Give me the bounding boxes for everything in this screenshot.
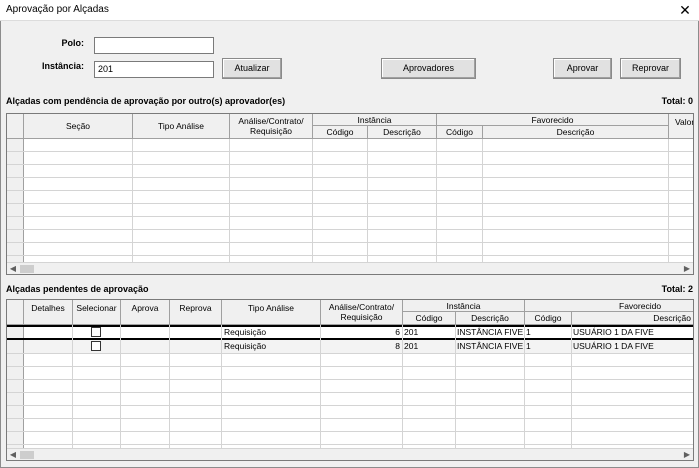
grid-line: [7, 177, 693, 178]
grid-line: [7, 203, 693, 204]
aprovadores-button[interactable]: Aprovadores: [381, 58, 476, 79]
cell-fav-descricao: USUÁRIO 1 DA FIVE: [573, 341, 654, 351]
col-fav-codigo[interactable]: Código: [437, 126, 483, 139]
col-inst-descricao[interactable]: Descrição: [456, 312, 525, 325]
col-instancia-group: Instância: [403, 300, 525, 312]
col-tipo-analise[interactable]: Tipo Análise: [222, 300, 321, 325]
grid-line: [7, 418, 693, 419]
row-header-corner: [7, 114, 24, 139]
grid-line: [367, 139, 368, 262]
col-inst-codigo[interactable]: Código: [313, 126, 368, 139]
col-fav-codigo[interactable]: Código: [525, 312, 572, 325]
cell-tipo: Requisição: [224, 341, 267, 351]
grid-line: [7, 216, 693, 217]
table-row[interactable]: Requisição 6 201 INSTÂNCIA FIVE 1 USUÁRI…: [24, 327, 693, 338]
pending-approval-grid[interactable]: Detalhes Selecionar Aprova Reprova Tipo …: [6, 299, 694, 461]
grid-line: [7, 151, 693, 152]
col-instancia-group: Instância: [313, 114, 437, 126]
section2-total: Total: 2: [661, 284, 693, 294]
cell-analise: 6: [395, 327, 400, 337]
col-analise[interactable]: Análise/Contrato/ Requisição: [321, 300, 403, 325]
grid-line: [7, 255, 693, 256]
scroll-thumb[interactable]: [20, 451, 34, 459]
cell-inst-codigo: 201: [404, 327, 419, 337]
grid-line: [7, 366, 693, 367]
grid-line: [482, 139, 483, 262]
cell-inst-codigo: 201: [404, 341, 419, 351]
window-title: Aprovação por Alçadas: [6, 4, 109, 15]
instancia-input[interactable]: 201: [94, 61, 214, 78]
col-reprova[interactable]: Reprova: [170, 300, 222, 325]
select-checkbox[interactable]: [91, 341, 101, 351]
col-favorecido-group: Favorecido: [437, 114, 669, 126]
arrow-left-icon[interactable]: ◀: [7, 263, 19, 274]
section1-total: Total: 0: [661, 96, 693, 106]
col-favorecido-group: Favorecido: [525, 300, 693, 312]
row-header-column: [7, 325, 24, 448]
col-valor[interactable]: Valor: [669, 114, 693, 139]
select-checkbox[interactable]: [91, 327, 101, 337]
grid-line: [7, 444, 693, 445]
horizontal-scrollbar[interactable]: ◀ ▶: [7, 448, 693, 460]
col-analise[interactable]: Análise/Contrato/ Requisição: [230, 114, 313, 139]
arrow-left-icon[interactable]: ◀: [7, 449, 19, 460]
close-icon[interactable]: ✕: [677, 2, 693, 18]
col-fav-descricao[interactable]: Descrição: [572, 312, 693, 325]
col-tipo-analise[interactable]: Tipo Análise: [133, 114, 230, 139]
col-aprova[interactable]: Aprova: [121, 300, 170, 325]
cell-inst-descricao: INSTÂNCIA FIVE: [457, 341, 524, 351]
pending-others-grid[interactable]: Seção Tipo Análise Análise/Contrato/ Req…: [6, 113, 694, 275]
col-detalhes[interactable]: Detalhes: [24, 300, 73, 325]
grid-line: [7, 405, 693, 406]
grid-line: [668, 139, 669, 262]
polo-input[interactable]: [94, 37, 214, 54]
cell-tipo: Requisição: [224, 327, 267, 337]
grid-line: [132, 139, 133, 262]
grid-line: [7, 431, 693, 432]
atualizar-button[interactable]: Atualizar: [222, 58, 282, 79]
grid-line: [436, 139, 437, 262]
col-secao[interactable]: Seção: [24, 114, 133, 139]
arrow-right-icon[interactable]: ▶: [681, 449, 693, 460]
reprovar-button[interactable]: Reprovar: [620, 58, 681, 79]
col-selecionar[interactable]: Selecionar: [73, 300, 121, 325]
table-row[interactable]: Requisição 8 201 INSTÂNCIA FIVE 1 USUÁRI…: [24, 340, 693, 353]
cell-fav-descricao: USUÁRIO 1 DA FIVE: [573, 327, 654, 337]
col-fav-descricao[interactable]: Descrição: [483, 126, 669, 139]
grid-line: [7, 164, 693, 165]
scroll-thumb[interactable]: [20, 265, 34, 273]
grid-line: [7, 379, 693, 380]
cell-inst-descricao: INSTÂNCIA FIVE: [457, 327, 524, 337]
grid-line: [7, 353, 693, 354]
polo-label: Polo:: [61, 38, 85, 48]
row-header-corner: [7, 300, 24, 325]
instancia-label: Instância:: [41, 61, 84, 71]
grid-line: [312, 139, 313, 262]
section1-label: Alçadas com pendência de aprovação por o…: [6, 96, 286, 106]
cell-fav-codigo: 1: [526, 327, 531, 337]
arrow-right-icon[interactable]: ▶: [681, 263, 693, 274]
grid-line: [229, 139, 230, 262]
section2-label: Alçadas pendentes de aprovação: [6, 284, 149, 294]
grid-line: [7, 392, 693, 393]
cell-analise: 8: [395, 341, 400, 351]
aprovar-button[interactable]: Aprovar: [553, 58, 612, 79]
horizontal-scrollbar[interactable]: ◀ ▶: [7, 262, 693, 274]
grid-line: [7, 242, 693, 243]
grid-line: [7, 229, 693, 230]
cell-fav-codigo: 1: [526, 341, 531, 351]
row-header-column: [7, 139, 24, 262]
grid-line: [7, 190, 693, 191]
col-inst-descricao[interactable]: Descrição: [368, 126, 437, 139]
col-inst-codigo[interactable]: Código: [403, 312, 456, 325]
